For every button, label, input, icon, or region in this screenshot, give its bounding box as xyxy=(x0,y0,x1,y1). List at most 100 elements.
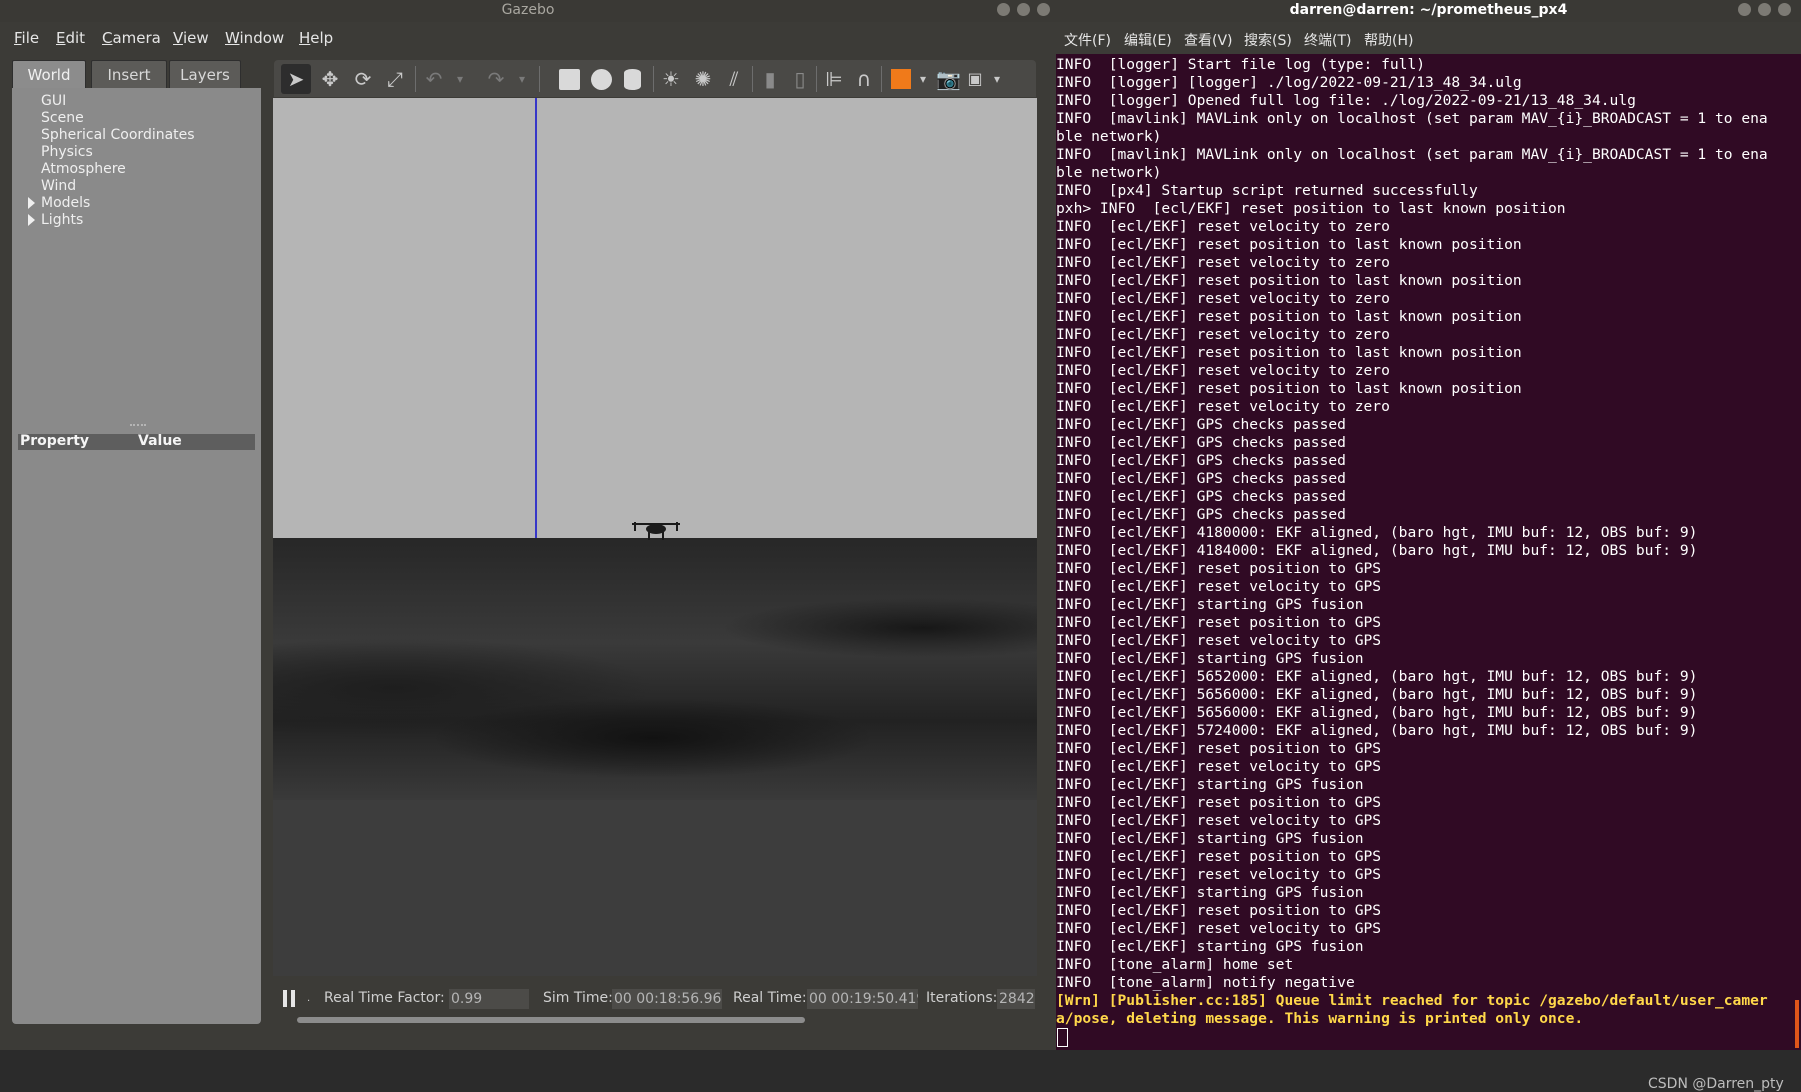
sphere-shape-icon[interactable] xyxy=(591,69,612,90)
real-time-factor-label: Real Time Factor: xyxy=(324,990,445,1006)
tab-layers[interactable]: Layers xyxy=(169,60,241,89)
pause-button[interactable] xyxy=(283,990,298,1007)
terminal-warning-line: a/pose, deleting message. This warning i… xyxy=(1056,1010,1584,1027)
scale-icon[interactable]: ⤢ xyxy=(384,68,406,90)
terminal-title-bar: darren@darren: ~/prometheus_px4 xyxy=(1056,0,1801,22)
terminal-line: INFO [ecl/EKF] starting GPS fusion xyxy=(1056,776,1364,793)
terminal-line: INFO [ecl/EKF] reset velocity to GPS xyxy=(1056,866,1382,883)
copy-icon[interactable]: ▮ xyxy=(759,68,781,90)
spot-light-icon[interactable]: ✺ xyxy=(692,68,714,90)
terminal-line: INFO [ecl/EKF] 5656000: EKF aligned, (ba… xyxy=(1056,704,1698,721)
tree-item-spherical-coordinates[interactable]: Spherical Coordinates xyxy=(41,127,195,143)
point-light-icon[interactable]: ☀ xyxy=(660,68,682,90)
menu-help[interactable]: 帮助(H) xyxy=(1364,30,1413,50)
terminal-line: INFO [ecl/EKF] reset velocity to zero xyxy=(1056,290,1390,307)
terminal-line: pxh> INFO [ecl/EKF] reset position to la… xyxy=(1056,200,1566,217)
terminal-cursor xyxy=(1057,1028,1068,1047)
maximize-icon[interactable] xyxy=(1017,3,1030,16)
terminal-line: INFO [tone_alarm] notify negative xyxy=(1056,974,1355,991)
tree-item-scene[interactable]: Scene xyxy=(41,110,84,126)
menu-window[interactable]: Window xyxy=(225,29,284,47)
status-scrollbar[interactable] xyxy=(297,1017,805,1023)
terminal-line: INFO [ecl/EKF] reset position to last kn… xyxy=(1056,236,1522,253)
tree-item-atmosphere[interactable]: Atmosphere xyxy=(41,161,126,177)
maximize-icon[interactable] xyxy=(1758,3,1771,16)
menu-terminal[interactable]: 终端(T) xyxy=(1304,30,1351,50)
tree-item-gui[interactable]: GUI xyxy=(41,93,66,109)
watermark: CSDN @Darren_pty xyxy=(1648,1076,1784,1092)
terminal-line: INFO [ecl/EKF] 5652000: EKF aligned, (ba… xyxy=(1056,668,1698,685)
cylinder-shape-icon[interactable] xyxy=(624,69,641,90)
toolbar-separator xyxy=(881,66,882,92)
chevron-down-icon[interactable]: ▾ xyxy=(912,68,934,90)
paste-icon[interactable]: ▯ xyxy=(789,68,811,90)
terminal-line: INFO [ecl/EKF] reset position to GPS xyxy=(1056,902,1382,919)
chevron-down-icon[interactable]: ▾ xyxy=(449,68,471,90)
drone-model[interactable] xyxy=(630,520,682,542)
terminal-line: INFO [ecl/EKF] reset velocity to GPS xyxy=(1056,812,1382,829)
tab-world[interactable]: World xyxy=(12,60,86,89)
tree-item-physics[interactable]: Physics xyxy=(41,144,93,160)
world-panel: World Insert Layers GUI Scene Spherical … xyxy=(12,58,262,1024)
tree-item-lights[interactable]: Lights xyxy=(41,212,83,228)
snap-icon[interactable]: ∩ xyxy=(853,68,875,90)
terminal-line: INFO [ecl/EKF] reset velocity to zero xyxy=(1056,326,1390,343)
terminal-line: INFO [ecl/EKF] GPS checks passed xyxy=(1056,416,1346,433)
step-dot[interactable]: . xyxy=(307,993,310,1004)
chevron-down-icon[interactable]: ▾ xyxy=(986,68,1008,90)
menu-help[interactable]: Help xyxy=(299,29,333,47)
terminal-line: INFO [mavlink] MAVLink only on localhost… xyxy=(1056,146,1768,163)
directional-light-icon[interactable]: ⫽ xyxy=(723,68,745,90)
align-icon[interactable]: ⊫ xyxy=(823,68,845,90)
terminal-line: INFO [ecl/EKF] reset velocity to zero xyxy=(1056,362,1390,379)
terminal-line: INFO [ecl/EKF] GPS checks passed xyxy=(1056,434,1346,451)
terminal-line: INFO [ecl/EKF] starting GPS fusion xyxy=(1056,830,1364,847)
terminal-line: INFO [ecl/EKF] reset position to GPS xyxy=(1056,740,1382,757)
menu-edit[interactable]: Edit xyxy=(56,29,85,47)
toolbar-separator xyxy=(539,66,540,92)
tab-insert[interactable]: Insert xyxy=(91,60,167,89)
tree-item-models[interactable]: Models xyxy=(41,195,90,211)
minimize-icon[interactable] xyxy=(1738,3,1751,16)
record-log-icon[interactable]: ▣ xyxy=(964,68,986,90)
rotate-icon[interactable]: ⟳ xyxy=(352,68,374,90)
terminal-line: INFO [logger] Start file log (type: full… xyxy=(1056,56,1426,73)
expand-arrow-icon[interactable] xyxy=(28,214,35,226)
view-angle-icon[interactable] xyxy=(891,69,911,89)
terminal-line: INFO [ecl/EKF] reset velocity to GPS xyxy=(1056,920,1382,937)
screenshot-icon[interactable]: 📷 xyxy=(936,68,961,90)
panel-splitter[interactable] xyxy=(130,424,146,428)
menu-file[interactable]: 文件(F) xyxy=(1064,30,1111,50)
translate-icon[interactable]: ✥ xyxy=(319,68,341,90)
terminal-scrollbar[interactable] xyxy=(1795,1000,1799,1048)
close-icon[interactable] xyxy=(1778,3,1791,16)
menu-search[interactable]: 搜索(S) xyxy=(1244,30,1292,50)
menu-view[interactable]: 查看(V) xyxy=(1184,30,1233,50)
menu-view[interactable]: View xyxy=(173,29,209,47)
terminal-line: ble network) xyxy=(1056,164,1162,181)
terminal-output[interactable]: INFO [logger] Start file log (type: full… xyxy=(1056,54,1796,1092)
terminal-line: INFO [ecl/EKF] reset position to GPS xyxy=(1056,794,1382,811)
close-icon[interactable] xyxy=(1037,3,1050,16)
terminal-line: INFO [ecl/EKF] reset position to GPS xyxy=(1056,560,1382,577)
toolbar-separator xyxy=(653,66,654,92)
terminal-menubar: 文件(F) 编辑(E) 查看(V) 搜索(S) 终端(T) 帮助(H) xyxy=(1056,22,1801,54)
tree-item-wind[interactable]: Wind xyxy=(41,178,76,194)
box-shape-icon[interactable] xyxy=(559,69,580,90)
menu-edit[interactable]: 编辑(E) xyxy=(1124,30,1172,50)
terminal-line: INFO [ecl/EKF] reset velocity to GPS xyxy=(1056,758,1382,775)
select-arrow-icon[interactable]: ➤ xyxy=(281,64,311,94)
toolbar-separator xyxy=(752,66,753,92)
terminal-warning-line: [Wrn] [Publisher.cc:185] Queue limit rea… xyxy=(1056,992,1768,1009)
terminal-line: INFO [ecl/EKF] starting GPS fusion xyxy=(1056,650,1364,667)
terminal-line: INFO [ecl/EKF] reset position to last kn… xyxy=(1056,308,1522,325)
redo-icon[interactable]: ↷ xyxy=(485,68,507,90)
world-tree-panel: GUI Scene Spherical Coordinates Physics … xyxy=(12,88,261,1024)
menu-camera[interactable]: Camera xyxy=(102,29,161,47)
undo-icon[interactable]: ↶ xyxy=(423,68,445,90)
minimize-icon[interactable] xyxy=(997,3,1010,16)
menu-file[interactable]: File xyxy=(14,29,39,47)
expand-arrow-icon[interactable] xyxy=(28,197,35,209)
terminal-line: INFO [ecl/EKF] 5724000: EKF aligned, (ba… xyxy=(1056,722,1698,739)
chevron-down-icon[interactable]: ▾ xyxy=(511,68,533,90)
